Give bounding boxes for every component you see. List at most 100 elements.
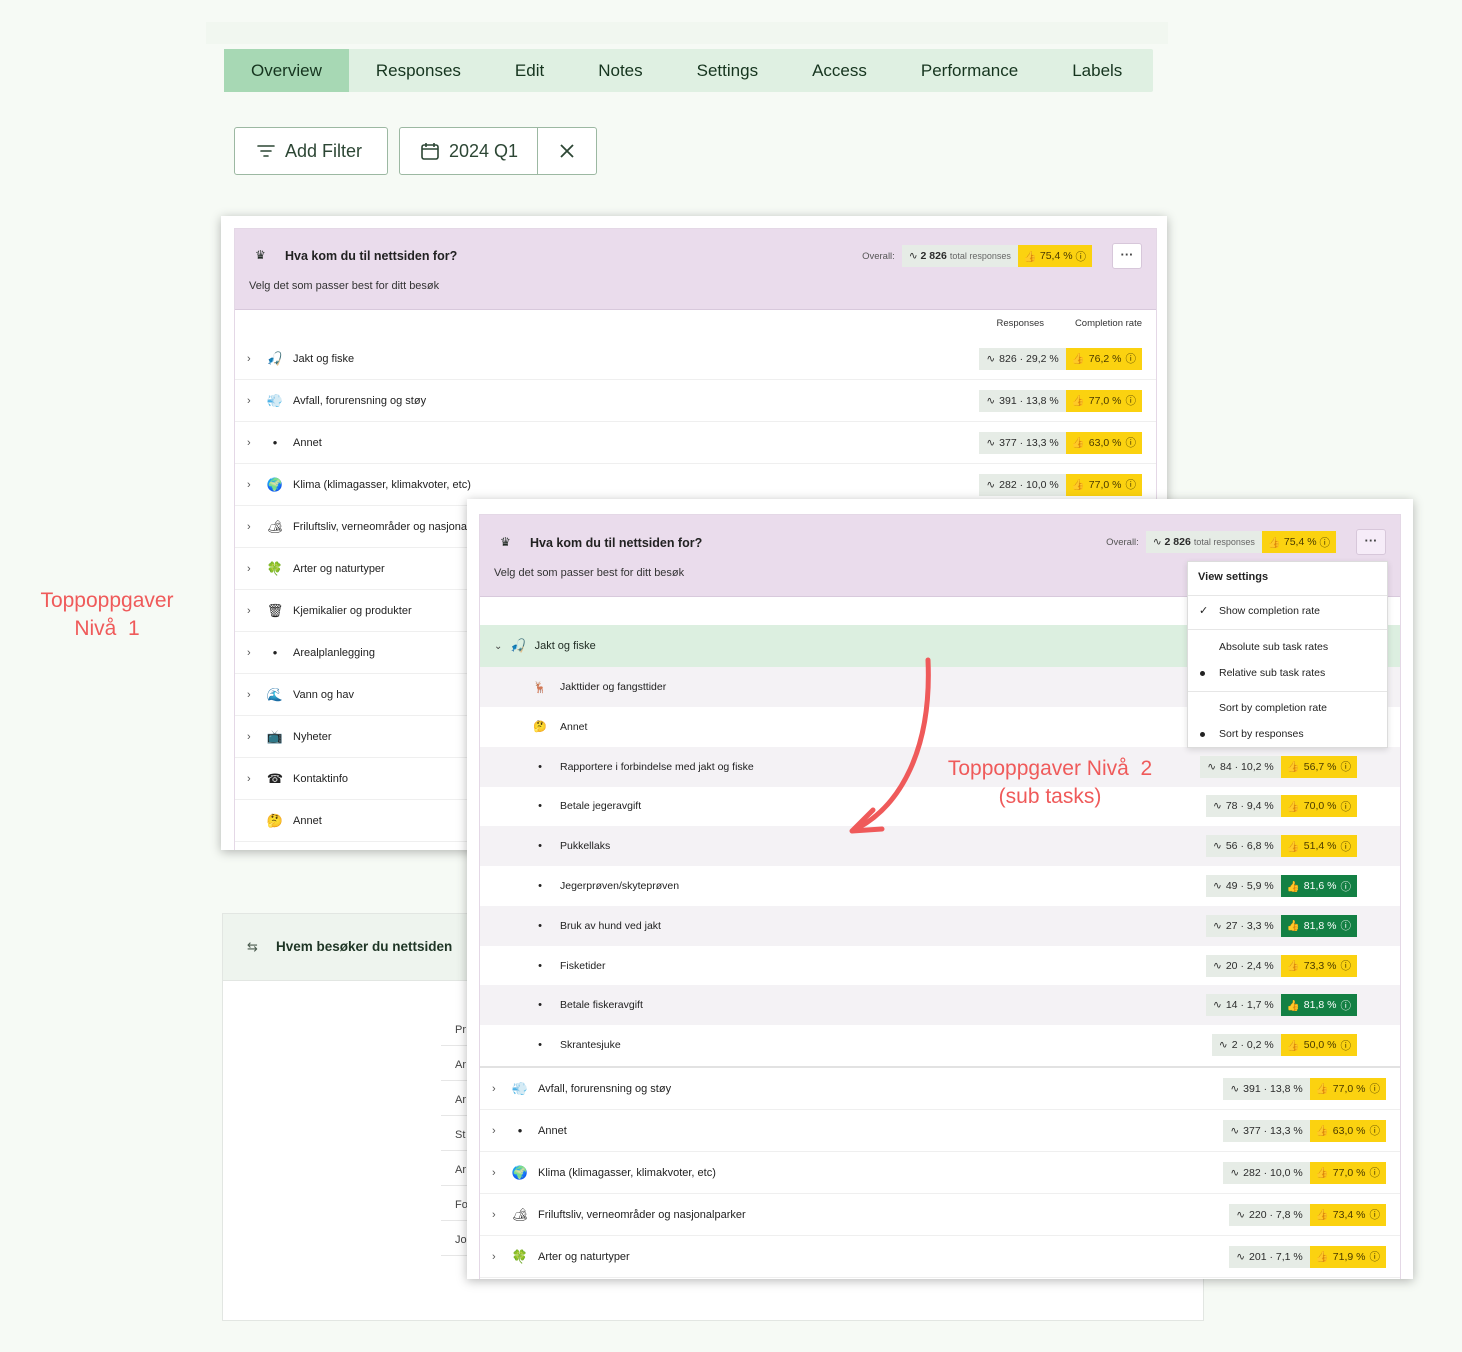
row-icon: 📺 (266, 728, 284, 744)
pulse-icon: ∿ (1230, 1166, 1240, 1179)
question-title: Hva kom du til nettsiden for? (285, 249, 458, 263)
completion-pill[interactable]: 👍 71,9 % ⓘ (1309, 1245, 1386, 1268)
responses-value: 20 · 2,4 % (1225, 959, 1274, 972)
date-filter-button[interactable]: 2024 Q1 (400, 128, 538, 174)
more-options-button[interactable]: ··· (1112, 243, 1142, 269)
thumbs-up-icon: 👍 (1315, 1125, 1329, 1137)
completion-value: 77,0 % (1088, 394, 1122, 407)
row-stats: ∿ 20 · 2,4 % 👍 73,3 % ⓘ (1206, 954, 1357, 977)
thumbs-up-icon: 👍 (1286, 880, 1300, 893)
row-label: Kjemikalier og produkter (293, 604, 412, 617)
tab-performance[interactable]: Performance (894, 49, 1045, 92)
completion-pill[interactable]: 👍 81,8 % ⓘ (1280, 914, 1357, 937)
info-icon: ⓘ (1340, 761, 1352, 774)
overall-responses-pill: ∿ 2 826 total responses (901, 245, 1018, 267)
overall-label: Overall: (1106, 536, 1139, 548)
row-label: Kontaktinfo (293, 772, 349, 785)
annotation-line: Nivå 1 (74, 617, 140, 640)
responses-pill: ∿ 14 · 1,7 % (1206, 994, 1281, 1017)
clear-date-button[interactable] (538, 128, 596, 174)
list-item[interactable]: › • Annet ∿ 377 · 13,3 % 👍 63,0 % ⓘ (235, 422, 1156, 464)
completion-pill[interactable]: 👍 51,4 % ⓘ (1280, 835, 1357, 858)
more-options-button[interactable]: ··· (1356, 529, 1386, 555)
menu-item-show-completion[interactable]: Show completion rate (1219, 605, 1320, 617)
responses-pill: ∿ 49 · 5,9 % (1206, 875, 1281, 897)
list-item[interactable]: › 🏕 Friluftsliv, verneområder og nasjonalp… (480, 1194, 1400, 1236)
chevron-right-icon: › (247, 646, 251, 659)
info-icon: ⓘ (1340, 800, 1352, 813)
completion-pill[interactable]: 👍 81,8 % ⓘ (1280, 994, 1357, 1017)
responses-value: 282 · 10,0 % (999, 478, 1059, 491)
completion-pill[interactable]: 👍 76,2 % ⓘ (1065, 347, 1142, 370)
subtask-icon: • (538, 919, 542, 932)
subtask-row[interactable]: • Pukkellaks ∿ 56 · 6,8 % 👍 51,4 % ⓘ (480, 826, 1400, 867)
completion-pill[interactable]: 👍 63,0 % ⓘ (1065, 431, 1142, 454)
chevron-right-icon: › (247, 688, 251, 701)
chevron-right-icon: › (247, 520, 251, 533)
tab-overview[interactable]: Overview (224, 49, 349, 92)
tab-responses[interactable]: Responses (349, 49, 488, 92)
row-label: Avfall, forurensning og støy (538, 1082, 672, 1095)
list-item[interactable]: › 🎣 Jakt og fiske ∿ 826 · 29,2 % 👍 76,2 % ⓘ (235, 338, 1156, 380)
view-settings-menu: View settings ✓ Show completion rate Abs… (1187, 561, 1388, 748)
subtask-row[interactable]: • Skrantesjuke ∿ 2 · 0,2 % 👍 50,0 % ⓘ (480, 1025, 1400, 1065)
overall-rate-pill[interactable]: 👍 75,4 % ⓘ (1017, 245, 1092, 267)
completion-pill[interactable]: 👍 77,0 % ⓘ (1309, 1161, 1386, 1184)
completion-pill[interactable]: 👍 77,0 % ⓘ (1065, 389, 1142, 412)
add-filter-button[interactable]: Add Filter (234, 127, 388, 175)
list-item[interactable]: › 💨 Avfall, forurensning og støy ∿ 391 · 13,… (480, 1068, 1400, 1110)
subtask-icon: 🤔 (533, 721, 547, 734)
overall-rate-pill[interactable]: 👍 75,4 % ⓘ (1261, 531, 1336, 553)
col-header-completion: Completion rate (1074, 318, 1142, 329)
truncated-label: Fo (455, 1199, 468, 1211)
menu-item-sort-responses[interactable]: Sort by responses (1219, 728, 1304, 740)
thumbs-up-icon: 👍 (1315, 1209, 1329, 1221)
completion-pill[interactable]: 👍 77,0 % ⓘ (1309, 1077, 1386, 1100)
completion-pill[interactable]: 👍 56,7 % ⓘ (1280, 755, 1357, 778)
subtask-label: Jegerprøven/skyteprøven (560, 880, 680, 892)
row-stats: ∿ 201 · 7,1 % 👍 71,9 % ⓘ (1229, 1245, 1386, 1268)
list-item[interactable]: › • Annet ∿ 377 · 13,3 % 👍 63,0 % ⓘ (480, 1110, 1400, 1152)
tab-notes[interactable]: Notes (571, 49, 669, 92)
completion-pill[interactable]: 👍 63,0 % ⓘ (1309, 1119, 1386, 1142)
pulse-icon: ∿ (1213, 959, 1222, 972)
completion-pill[interactable]: 👍 77,0 % ⓘ (1065, 473, 1142, 496)
tab-access[interactable]: Access (785, 49, 894, 92)
row-icon: 🌍 (266, 476, 284, 492)
list-item[interactable]: › 💨 Avfall, forurensning og støy ∿ 391 · 13,… (235, 380, 1156, 422)
completion-pill[interactable]: 👍 73,4 % ⓘ (1309, 1203, 1386, 1226)
info-icon: ⓘ (1075, 250, 1087, 263)
completion-pill[interactable]: 👍 70,0 % ⓘ (1280, 795, 1357, 818)
info-icon: ⓘ (1340, 920, 1352, 933)
question-title: Hva kom du til nettsiden for? (530, 536, 703, 550)
responses-pill: ∿ 78 · 9,4 % (1206, 795, 1281, 818)
thumbs-up-icon: 👍 (1315, 1251, 1329, 1263)
responses-value: 282 · 10,0 % (1243, 1166, 1303, 1179)
menu-item-sort-completion[interactable]: Sort by completion rate (1219, 702, 1327, 714)
subtask-row[interactable]: • Jegerprøven/skyteprøven ∿ 49 · 5,9 % 👍 81,6… (480, 866, 1400, 906)
row-icon: • (272, 645, 278, 660)
completion-pill[interactable]: 👍 50,0 % ⓘ (1280, 1034, 1357, 1057)
pulse-icon: ∿ (908, 250, 918, 262)
subtask-row[interactable]: • Fisketider ∿ 20 · 2,4 % 👍 73,3 % ⓘ (480, 946, 1400, 986)
annotation-line: Toppoppgaver Nivå 2 (947, 757, 1153, 780)
responses-value: 826 · 29,2 % (999, 352, 1059, 365)
tab-settings[interactable]: Settings (670, 49, 785, 92)
chevron-right-icon: › (492, 1250, 496, 1263)
chevron-right-icon: › (247, 436, 251, 449)
list-item[interactable]: › 🍀 Arter og naturtyper ∿ 201 · 7,1 % 👍 71,9 %… (480, 1236, 1400, 1278)
subtask-icon: • (538, 800, 542, 813)
pulse-icon: ∿ (1213, 919, 1222, 932)
subtask-row[interactable]: • Betale fiskeravgift ∿ 14 · 1,7 % 👍 81,8 % ⓘ (480, 985, 1400, 1026)
subtask-row[interactable]: • Bruk av hund ved jakt ∿ 27 · 3,3 % 👍 81,8 %… (480, 905, 1400, 946)
completion-pill[interactable]: 👍 81,6 % ⓘ (1280, 875, 1357, 897)
overall-count: 2 826 (920, 250, 947, 262)
tab-labels[interactable]: Labels (1045, 49, 1149, 92)
completion-pill[interactable]: 👍 73,3 % ⓘ (1280, 954, 1357, 977)
menu-item-absolute[interactable]: Absolute sub task rates (1219, 641, 1328, 653)
tab-edit[interactable]: Edit (488, 49, 571, 92)
menu-item-relative[interactable]: Relative sub task rates (1219, 667, 1325, 679)
responses-pill: ∿ 377 · 13,3 % (1223, 1119, 1310, 1142)
list-item[interactable]: › 🌍 Klima (klimagasser, klimakvoter, etc) ∿… (480, 1152, 1400, 1194)
menu-divider (1188, 595, 1387, 596)
